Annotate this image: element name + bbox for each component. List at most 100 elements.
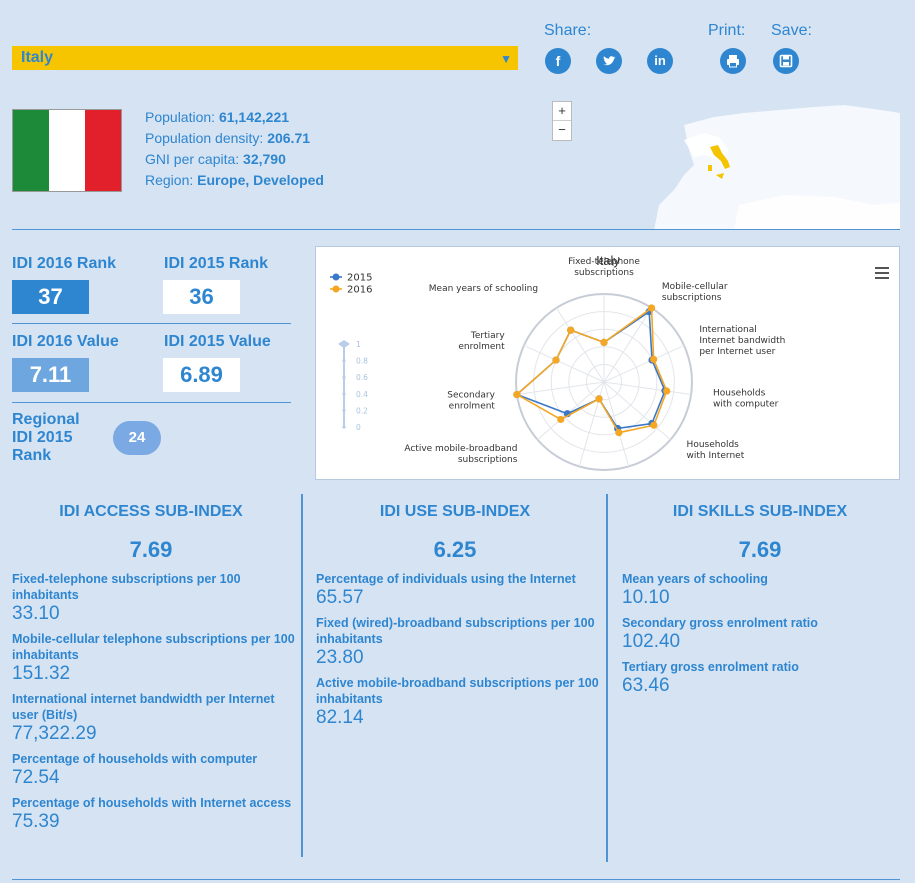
series-point-2016 bbox=[650, 355, 658, 363]
indicator-value: 151.32 bbox=[12, 663, 71, 684]
series-point-2016 bbox=[513, 390, 521, 399]
series-line-2016 bbox=[515, 306, 668, 434]
use-items: Percentage of individuals using the Inte… bbox=[316, 571, 599, 735]
radar-chart-svg: ItalyFixed-telephone subscriptionsMobile-… bbox=[330, 253, 785, 491]
legend-label-2016: 2016 bbox=[347, 285, 372, 296]
indicator-value: 72.54 bbox=[12, 767, 60, 788]
indicator-value: 102.40 bbox=[622, 631, 681, 652]
grid-spoke bbox=[537, 381, 605, 441]
gni-label: GNI per capita: bbox=[145, 151, 240, 167]
indicator-value: 10.10 bbox=[622, 587, 670, 608]
legend-swatch-2016 bbox=[332, 285, 340, 293]
access-items: Fixed-telephone subscriptions per 100 in… bbox=[12, 571, 295, 839]
print-icon[interactable] bbox=[720, 48, 746, 74]
scale-tick bbox=[342, 375, 346, 379]
indicator-item: Percentage of individuals using the Inte… bbox=[316, 571, 599, 609]
zoom-in-button[interactable]: + bbox=[553, 102, 571, 121]
indicator-value: 65.57 bbox=[316, 587, 364, 608]
linkedin-icon[interactable]: in bbox=[647, 48, 673, 74]
scale-tick-label: 1 bbox=[356, 340, 361, 349]
indicator-label: Fixed (wired)-broadband subscriptions pe… bbox=[316, 616, 595, 646]
use-title: IDI USE SUB-INDEX bbox=[379, 503, 531, 520]
access-title: IDI ACCESS SUB-INDEX bbox=[59, 503, 243, 520]
indicator-item: Mobile-cellular telephone subscriptions … bbox=[12, 631, 295, 685]
density-label: Population density: bbox=[145, 130, 264, 146]
region-value: Europe, Developed bbox=[197, 172, 324, 188]
idi2015-value-box: 6.89 bbox=[163, 358, 240, 392]
idi2015-value-label: IDI 2015 Value bbox=[164, 333, 271, 350]
scale-tick-label: 0.6 bbox=[356, 373, 368, 382]
legend-label-2015: 2015 bbox=[347, 273, 372, 284]
regional-label-line1: Regional bbox=[12, 411, 80, 428]
country-flag bbox=[12, 109, 122, 192]
indicator-item: International internet bandwidth per Int… bbox=[12, 691, 295, 745]
indicator-label: Percentage of households with computer bbox=[12, 752, 258, 766]
indicator-label: Percentage of households with Internet a… bbox=[12, 796, 292, 810]
idi2016-value-label: IDI 2016 Value bbox=[12, 333, 119, 350]
world-map[interactable]: + − bbox=[544, 95, 900, 230]
indicator-label: Mean years of schooling bbox=[622, 572, 768, 586]
population-line: Population: 61,142,221 bbox=[145, 109, 289, 125]
idi2016-rank-value: 37 bbox=[12, 280, 89, 314]
skills-items: Mean years of schooling 10.10 Secondary gr… bbox=[622, 571, 902, 703]
indicator-item: Fixed (wired)-broadband subscriptions pe… bbox=[316, 615, 599, 669]
category-label: International Internet bandwidth per Inter… bbox=[699, 325, 785, 357]
facebook-icon[interactable]: f bbox=[545, 48, 571, 74]
indicator-label: Fixed-telephone subscriptions per 100 in… bbox=[12, 572, 241, 602]
skills-title: IDI SKILLS SUB-INDEX bbox=[672, 503, 848, 520]
save-icon[interactable] bbox=[773, 48, 799, 74]
series-point-2016 bbox=[600, 338, 608, 346]
population-value: 61,142,221 bbox=[218, 109, 290, 125]
skills-value: 7.69 bbox=[738, 537, 782, 562]
use-value: 6.25 bbox=[433, 537, 477, 562]
map-zoom-control: + − bbox=[552, 101, 572, 141]
idi2015-rank-label: IDI 2015 Rank bbox=[164, 255, 269, 272]
indicator-item: Fixed-telephone subscriptions per 100 in… bbox=[12, 571, 295, 625]
indicator-label: Mobile-cellular telephone subscriptions … bbox=[12, 632, 295, 662]
scale-tick-label: 0.8 bbox=[356, 357, 368, 366]
category-label: Fixed-telephone subscriptions bbox=[568, 257, 640, 278]
indicator-label: International internet bandwidth per Int… bbox=[12, 692, 275, 722]
legend-swatch-2015 bbox=[332, 273, 340, 281]
indicator-item: Tertiary gross enrolment ratio 63.46 bbox=[622, 659, 902, 697]
zoom-out-button[interactable]: − bbox=[553, 121, 571, 139]
save-label: Save: bbox=[771, 22, 812, 39]
scale-tick bbox=[342, 392, 346, 396]
indicator-value: 33.10 bbox=[12, 603, 60, 624]
scale-tick bbox=[342, 342, 346, 346]
country-select-value: Italy bbox=[21, 49, 54, 66]
indicator-value: 82.14 bbox=[316, 707, 364, 728]
divider-bottom bbox=[12, 879, 900, 880]
divider-value bbox=[12, 402, 291, 403]
radar-chart: Italy Fixed-telephone subscriptions Mobile-… bbox=[315, 246, 900, 491]
indicator-item: Percentage of households with computer 72… bbox=[12, 751, 295, 789]
category-label: Mean years of schooling bbox=[429, 284, 538, 294]
country-select[interactable]: Italy ▼ bbox=[12, 46, 518, 70]
series-point-2016 bbox=[595, 395, 603, 403]
region-label: Region: bbox=[145, 172, 194, 188]
category-label: Households with computer bbox=[713, 389, 779, 410]
category-label: Mobile-cellular subscriptions bbox=[662, 282, 728, 303]
density-line: Population density: 206.71 bbox=[145, 130, 310, 146]
idi2016-rank-label: IDI 2016 Rank bbox=[12, 255, 117, 272]
chevron-down-icon: ▼ bbox=[500, 52, 512, 66]
series-point-2016 bbox=[552, 356, 560, 364]
twitter-icon[interactable] bbox=[596, 48, 622, 74]
indicator-item: Secondary gross enrolment ratio 102.40 bbox=[622, 615, 902, 653]
indicator-item: Active mobile-broadband subscriptions pe… bbox=[316, 675, 599, 729]
series-point-2016 bbox=[650, 421, 658, 429]
indicator-value: 63.46 bbox=[622, 675, 670, 696]
indicator-item: Mean years of schooling 10.10 bbox=[622, 571, 902, 609]
indicator-value: 23.80 bbox=[316, 647, 364, 668]
scale-tick-label: 0 bbox=[356, 423, 361, 432]
scale-tick bbox=[342, 408, 346, 412]
divider-top bbox=[12, 229, 900, 230]
category-label: Secondary enrolment bbox=[447, 391, 495, 412]
column-divider-1 bbox=[301, 494, 303, 857]
indicator-label: Percentage of individuals using the Inte… bbox=[316, 572, 576, 586]
indicator-value: 77,322.29 bbox=[12, 723, 97, 744]
chart-menu-icon[interactable] bbox=[875, 267, 889, 279]
region-line: Region: Europe, Developed bbox=[145, 172, 324, 188]
indicator-label: Tertiary gross enrolment ratio bbox=[622, 660, 799, 674]
population-label: Population: bbox=[145, 109, 216, 125]
